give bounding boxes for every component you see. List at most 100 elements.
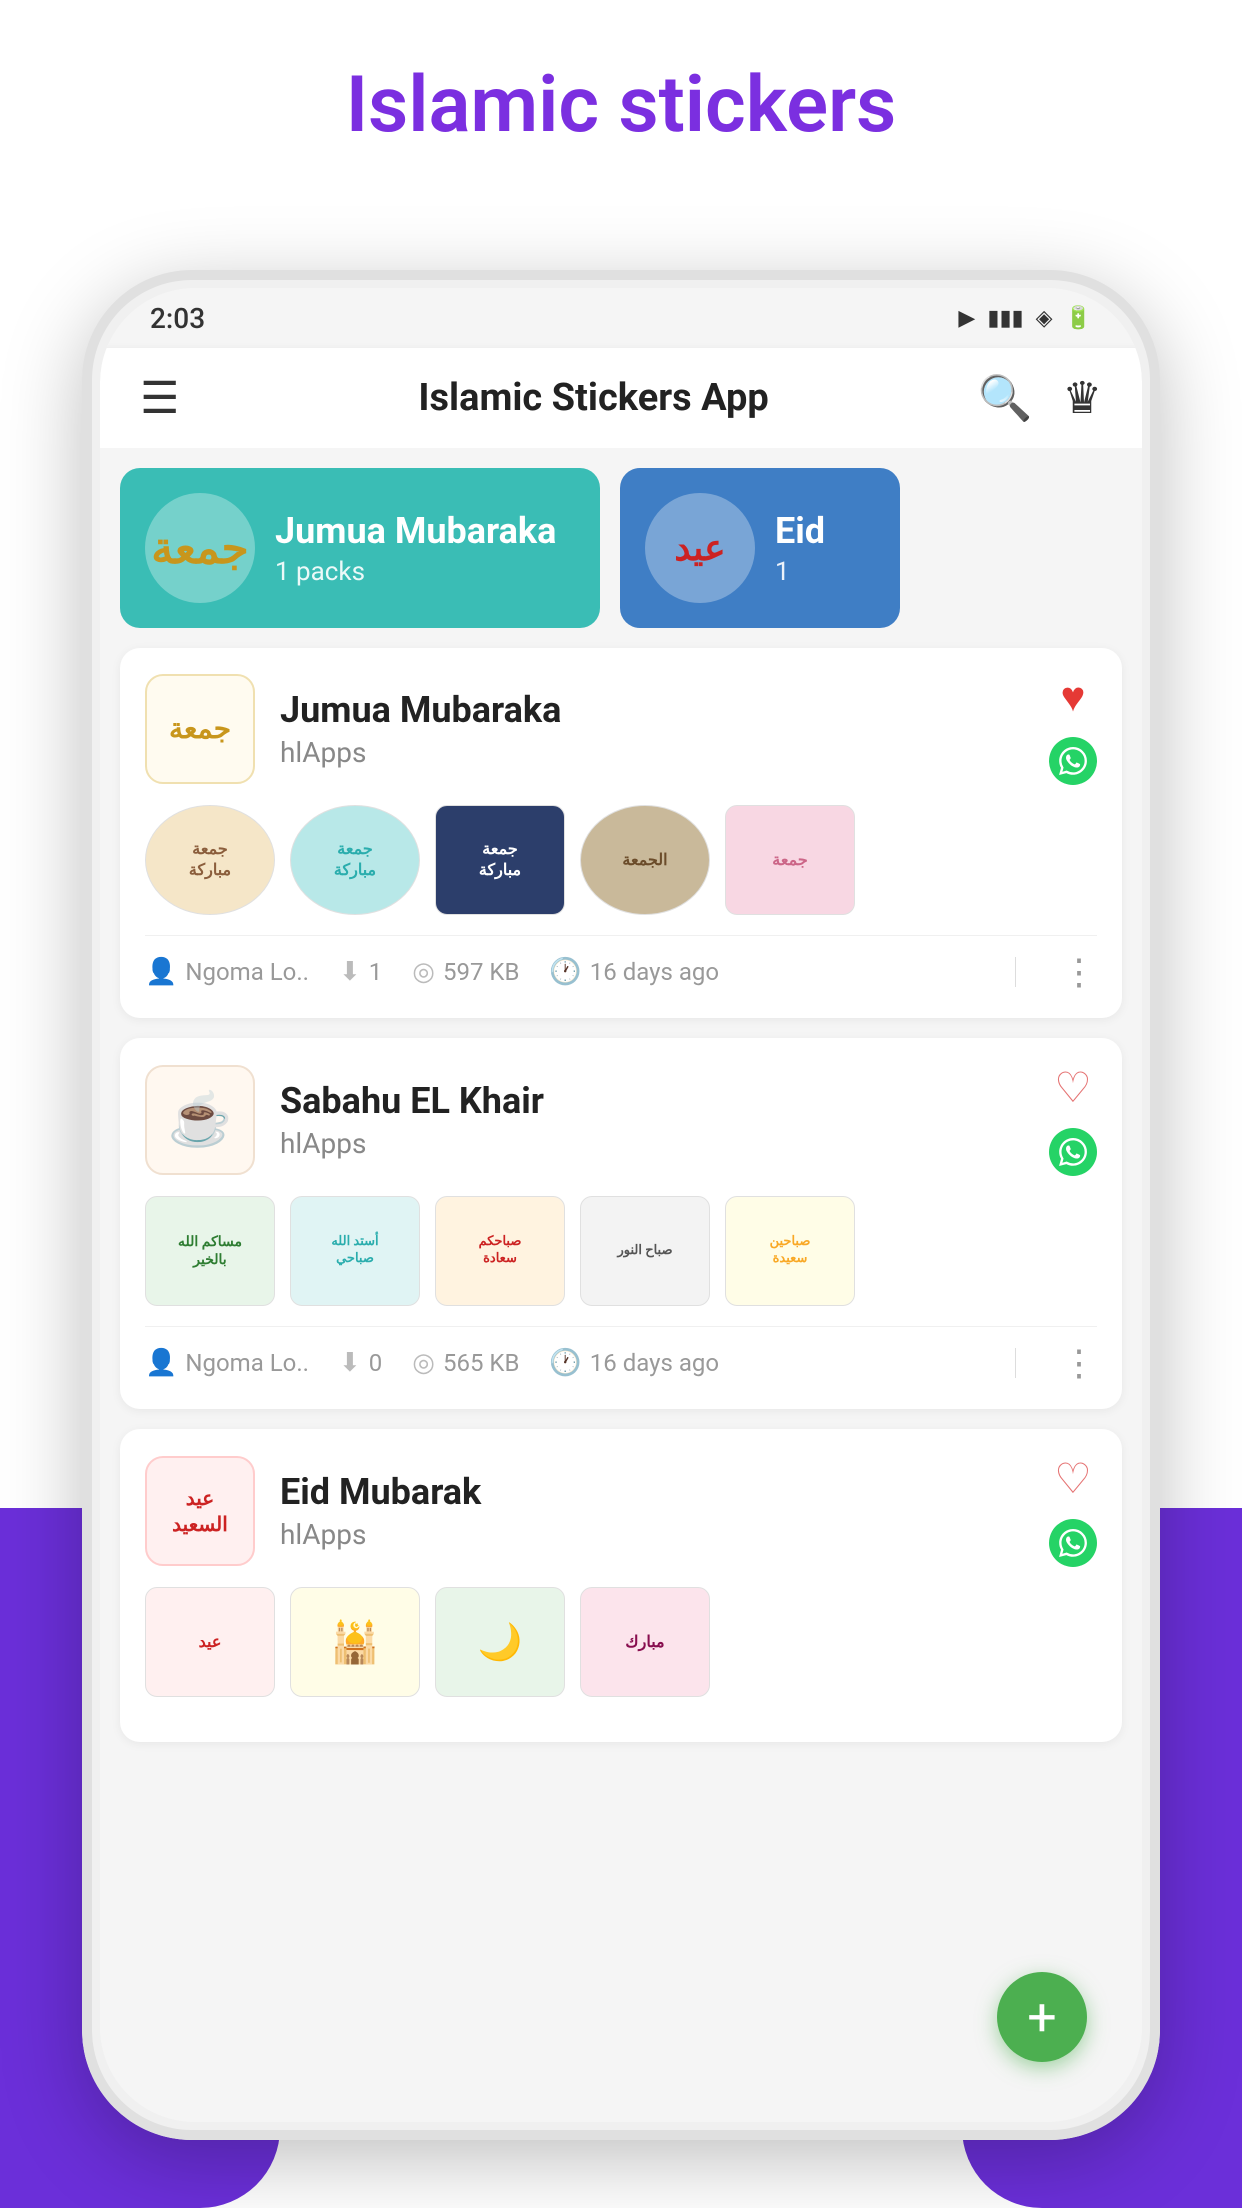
jumua-pack-icon: جمعة [145, 674, 255, 784]
sticker-thumb-2: جمعةمباركة [290, 805, 420, 915]
jumua-downloads-text: 1 [369, 958, 383, 986]
sabahu-footer-time: 🕐 16 days ago [549, 1348, 719, 1378]
status-battery-icon: 🔋 [1065, 306, 1092, 331]
author-icon: 👤 [145, 957, 177, 987]
sabahu-footer-size: ◎ 565 KB [412, 1348, 519, 1378]
jumua-banner[interactable]: جمعة Jumua Mubaraka 1 packs [120, 468, 600, 628]
footer-divider-1 [1015, 957, 1016, 987]
page-title: Islamic stickers [0, 60, 1242, 151]
sabahu-pack-info: Sabahu EL Khair hlApps [280, 1080, 1024, 1160]
eid-pack-actions: ♡ [1049, 1454, 1097, 1567]
eid-whatsapp-icon[interactable] [1049, 1519, 1097, 1567]
eid-pack-thumbnails: عيد 🕌 🌙 مبارك [145, 1587, 1097, 1697]
eid-banner-text: Eid 1 [775, 510, 825, 587]
main-content[interactable]: جمعة Jumua Mubaraka 1 packs عيد Eid 1 [100, 448, 1142, 2122]
sticker-thumb-3: جمعةمباركة [435, 805, 565, 915]
phone-frame: 2:03 ▶ ▮▮▮ ◈ 🔋 ☰ Islamic Stickers App 🔍 … [82, 270, 1160, 2140]
eid-banner-icon: عيد [645, 493, 755, 603]
eid-pack-info: Eid Mubarak hlApps [280, 1471, 1024, 1551]
sabahu-thumb-2: أستد اللهصباحي [290, 1196, 420, 1306]
sabahu-pack-actions: ♡ [1049, 1063, 1097, 1176]
time-icon-2: 🕐 [549, 1348, 581, 1378]
eid-pack-header: عيدالسعيد Eid Mubarak hlApps ♡ [145, 1454, 1097, 1567]
eid-banner[interactable]: عيد Eid 1 [620, 468, 900, 628]
size-icon-2: ◎ [412, 1348, 435, 1378]
jumua-pack-info: Jumua Mubaraka hlApps [280, 689, 1024, 769]
sabahu-pack-card: ☕ Sabahu EL Khair hlApps ♡ [120, 1038, 1122, 1409]
status-bar: 2:03 ▶ ▮▮▮ ◈ 🔋 [100, 288, 1142, 348]
eid-pack-icon: عيدالسعيد [145, 1456, 255, 1566]
sabahu-pack-header: ☕ Sabahu EL Khair hlApps ♡ [145, 1063, 1097, 1176]
eid-banner-title: Eid [775, 510, 825, 552]
sabahu-thumb-1: مساكم اللهبالخير [145, 1196, 275, 1306]
jumua-pack-footer: 👤 Ngoma Lo.. ⬇ 1 ◎ 597 KB 🕐 16 days ago [145, 935, 1097, 993]
sabahu-pack-name: Sabahu EL Khair [280, 1080, 1024, 1122]
app-bar: ☰ Islamic Stickers App 🔍 ♛ [100, 348, 1142, 448]
status-time: 2:03 [150, 302, 205, 335]
eid-banner-subtitle: 1 [775, 557, 825, 587]
author-icon-2: 👤 [145, 1348, 177, 1378]
eid-pack-card: عيدالسعيد Eid Mubarak hlApps ♡ [120, 1429, 1122, 1742]
banners-row: جمعة Jumua Mubaraka 1 packs عيد Eid 1 [100, 448, 1142, 648]
jumua-size-text: 597 KB [443, 958, 519, 986]
crown-icon[interactable]: ♛ [1063, 372, 1102, 424]
jumua-pack-thumbnails: جمعةمباركة جمعةمباركة جمعةمباركة الجمعة … [145, 805, 1097, 915]
jumua-pack-header: جمعة Jumua Mubaraka hlApps ♥ [145, 673, 1097, 785]
jumua-pack-card: جمعة Jumua Mubaraka hlApps ♥ [120, 648, 1122, 1018]
jumua-author-text: Ngoma Lo.. [185, 958, 309, 986]
sabahu-time-text: 16 days ago [590, 1349, 719, 1377]
sabahu-more-icon[interactable]: ⋮ [1046, 1342, 1097, 1384]
app-bar-actions: 🔍 ♛ [978, 372, 1102, 424]
sabahu-pack-footer: 👤 Ngoma Lo.. ⬇ 0 ◎ 565 KB 🕐 16 days ago [145, 1326, 1097, 1384]
jumua-banner-text: Jumua Mubaraka 1 packs [275, 510, 556, 587]
app-bar-title: Islamic Stickers App [209, 376, 977, 420]
eid-pack-name: Eid Mubarak [280, 1471, 1024, 1513]
fab-add-button[interactable]: + [997, 1972, 1087, 2062]
sabahu-author-text: Ngoma Lo.. [185, 1349, 309, 1377]
eid-thumb-4: مبارك [580, 1587, 710, 1697]
status-signal-icon: ▮▮▮ [987, 306, 1023, 331]
status-wifi-icon: ◈ [1036, 306, 1053, 331]
eid-thumb-2: 🕌 [290, 1587, 420, 1697]
jumua-pack-actions: ♥ [1049, 673, 1097, 785]
size-icon: ◎ [412, 957, 435, 987]
jumua-footer-author: 👤 Ngoma Lo.. [145, 957, 309, 987]
jumua-whatsapp-icon[interactable] [1049, 737, 1097, 785]
sabahu-thumb-5: صباحينسعيدة [725, 1196, 855, 1306]
eid-thumb-3: 🌙 [435, 1587, 565, 1697]
search-icon[interactable]: 🔍 [978, 372, 1033, 424]
eid-thumb-1: عيد [145, 1587, 275, 1697]
jumua-pack-author: hlApps [280, 736, 1024, 769]
jumua-banner-title: Jumua Mubaraka [275, 510, 556, 552]
sabahu-heart-icon[interactable]: ♡ [1054, 1063, 1092, 1113]
jumua-time-text: 16 days ago [590, 958, 719, 986]
sabahu-pack-author: hlApps [280, 1127, 1024, 1160]
sabahu-pack-icon: ☕ [145, 1065, 255, 1175]
jumua-banner-subtitle: 1 packs [275, 557, 556, 587]
sticker-thumb-5: جمعة [725, 805, 855, 915]
jumua-banner-icon: جمعة [145, 493, 255, 603]
sabahu-size-text: 565 KB [443, 1349, 519, 1377]
sabahu-footer-author: 👤 Ngoma Lo.. [145, 1348, 309, 1378]
time-icon: 🕐 [549, 957, 581, 987]
status-play-icon: ▶ [958, 306, 975, 331]
sticker-thumb-4: الجمعة [580, 805, 710, 915]
jumua-footer-downloads: ⬇ 1 [339, 957, 382, 987]
footer-divider-2 [1015, 1348, 1016, 1378]
sabahu-downloads-text: 0 [369, 1349, 383, 1377]
sabahu-thumb-4: صباح النور [580, 1196, 710, 1306]
phone-inner: 2:03 ▶ ▮▮▮ ◈ 🔋 ☰ Islamic Stickers App 🔍 … [100, 288, 1142, 2122]
sabahu-pack-thumbnails: مساكم اللهبالخير أستد اللهصباحي صباحكمسع… [145, 1196, 1097, 1306]
jumua-footer-size: ◎ 597 KB [412, 957, 519, 987]
jumua-heart-icon[interactable]: ♥ [1061, 673, 1086, 722]
eid-heart-icon[interactable]: ♡ [1054, 1454, 1092, 1504]
sabahu-footer-downloads: ⬇ 0 [339, 1348, 382, 1378]
download-icon: ⬇ [339, 957, 361, 987]
jumua-pack-name: Jumua Mubaraka [280, 689, 1024, 731]
eid-pack-author: hlApps [280, 1518, 1024, 1551]
sabahu-whatsapp-icon[interactable] [1049, 1128, 1097, 1176]
jumua-more-icon[interactable]: ⋮ [1046, 951, 1097, 993]
menu-icon[interactable]: ☰ [140, 376, 179, 420]
sticker-thumb-1: جمعةمباركة [145, 805, 275, 915]
sabahu-thumb-3: صباحكمسعادة [435, 1196, 565, 1306]
